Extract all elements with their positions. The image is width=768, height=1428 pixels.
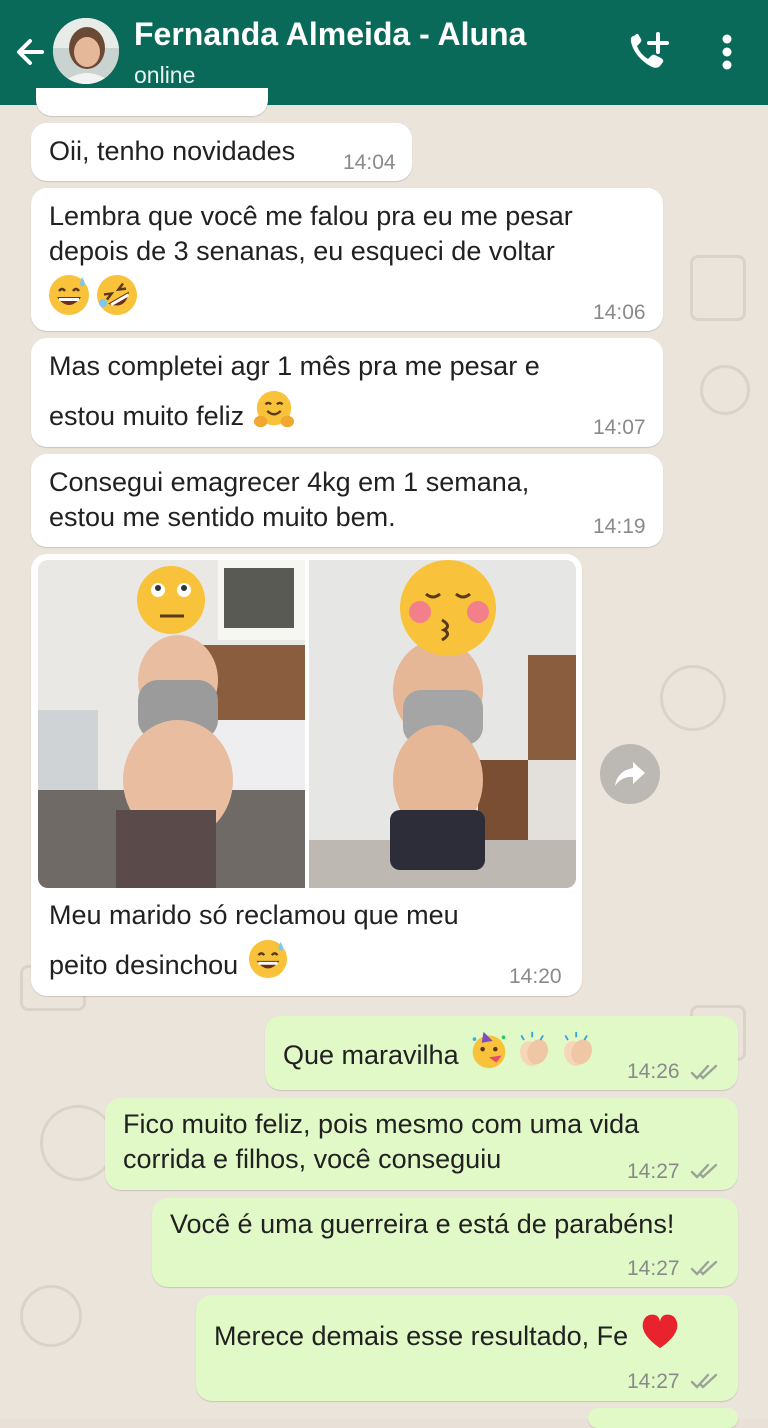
message-line-with-emoji: Que maravilha <box>283 1030 598 1073</box>
message-text: Você é uma guerreira e está de parabéns! <box>170 1209 675 1239</box>
message-bubble-partial[interactable] <box>588 1408 738 1428</box>
before-after-image <box>38 560 576 888</box>
message-text-line: estou me sentido muito bem. <box>49 502 396 532</box>
message-time: 14:19 <box>593 515 646 538</box>
avatar-photo <box>53 18 119 84</box>
wallpaper-doodle <box>690 255 746 321</box>
message-time: 14:04 <box>343 151 396 174</box>
message-time: 14:20 <box>509 965 562 988</box>
message-text-line: corrida e filhos, você conseguiu <box>123 1144 502 1174</box>
rolling-laughing-emoji <box>97 275 138 315</box>
wallpaper-doodle <box>660 665 726 731</box>
message-line-with-emoji: estou muito feliz <box>49 389 295 434</box>
message-bubble-incoming[interactable]: Consegui emagrecer 4kg em 1 semana, esto… <box>31 454 663 547</box>
message-bubble-outgoing[interactable]: Fico muito feliz, pois mesmo com uma vid… <box>105 1098 738 1190</box>
image-caption-with-emoji: peito desinchou <box>49 938 289 983</box>
message-text-line: Consegui emagrecer 4kg em 1 semana, <box>49 467 530 497</box>
image-caption-line: peito desinchou <box>49 950 239 980</box>
message-time: 14:27 <box>627 1370 680 1393</box>
message-text-line: estou muito feliz <box>49 401 245 431</box>
message-text-line: depois de 3 senanas, eu esqueci de volta… <box>49 236 555 266</box>
message-bubble-incoming[interactable]: Oii, tenho novidades 14:04 <box>31 123 412 181</box>
add-call-button[interactable] <box>626 30 674 74</box>
message-bubble-outgoing[interactable]: Merece demais esse resultado, Fe 14:27 <box>196 1295 738 1401</box>
message-bubble-incoming[interactable]: Lembra que você me falou pra eu me pesar… <box>31 188 663 331</box>
message-bubble-image[interactable]: Meu marido só reclamou que meu peito des… <box>31 554 582 996</box>
message-bubble-outgoing[interactable]: Você é uma guerreira e está de parabéns!… <box>152 1198 738 1287</box>
double-check-icon <box>690 1260 718 1276</box>
arrow-left-icon <box>17 39 44 65</box>
message-text: Merece demais esse resultado, Fe <box>214 1321 629 1351</box>
grinning-sweat-emoji <box>248 939 287 979</box>
wallpaper-doodle <box>20 1285 82 1347</box>
image-caption-line: Meu marido só reclamou que meu <box>49 900 459 930</box>
back-button[interactable] <box>12 28 52 76</box>
message-bubble-incoming[interactable]: Mas completei agr 1 mês pra me pesar e e… <box>31 338 663 447</box>
clapping-hands-emoji <box>563 1031 592 1067</box>
before-after-photo[interactable] <box>38 560 576 888</box>
message-time: 14:06 <box>593 301 646 324</box>
more-vertical-icon <box>722 34 732 70</box>
clapping-hands-emoji <box>519 1031 548 1067</box>
partying-face-emoji <box>472 1031 506 1069</box>
message-text-line: Lembra que você me falou pra eu me pesar <box>49 201 573 231</box>
message-time: 14:27 <box>627 1160 680 1183</box>
message-line-with-emoji: Merece demais esse resultado, Fe <box>214 1311 681 1354</box>
hugging-face-emoji <box>253 390 294 428</box>
add-call-icon <box>630 32 669 68</box>
message-text-line: Mas completei agr 1 mês pra me pesar e <box>49 351 540 381</box>
message-time: 14:26 <box>627 1060 680 1083</box>
red-heart-emoji <box>642 1314 678 1349</box>
message-text: Que maravilha <box>283 1040 459 1070</box>
message-text: Oii, tenho novidades <box>49 136 296 166</box>
message-time: 14:07 <box>593 416 646 439</box>
double-check-icon <box>690 1163 718 1179</box>
message-bubble-partial[interactable] <box>36 88 268 116</box>
double-check-icon <box>690 1373 718 1389</box>
forward-button[interactable] <box>600 744 660 804</box>
contact-status: online <box>134 62 196 88</box>
contact-avatar[interactable] <box>53 18 119 84</box>
emoji-group <box>47 273 139 317</box>
message-bubble-outgoing[interactable]: Que maravilha 14:26 <box>265 1016 738 1090</box>
message-text-line: Fico muito feliz, pois mesmo com uma vid… <box>123 1109 640 1139</box>
grinning-sweat-emoji <box>49 275 89 315</box>
share-arrow-icon <box>615 762 645 786</box>
message-time: 14:27 <box>627 1257 680 1280</box>
contact-name[interactable]: Fernanda Almeida - Aluna <box>134 16 526 53</box>
double-check-icon <box>690 1064 718 1080</box>
wallpaper-doodle <box>700 365 750 415</box>
more-options-button[interactable] <box>714 30 740 74</box>
